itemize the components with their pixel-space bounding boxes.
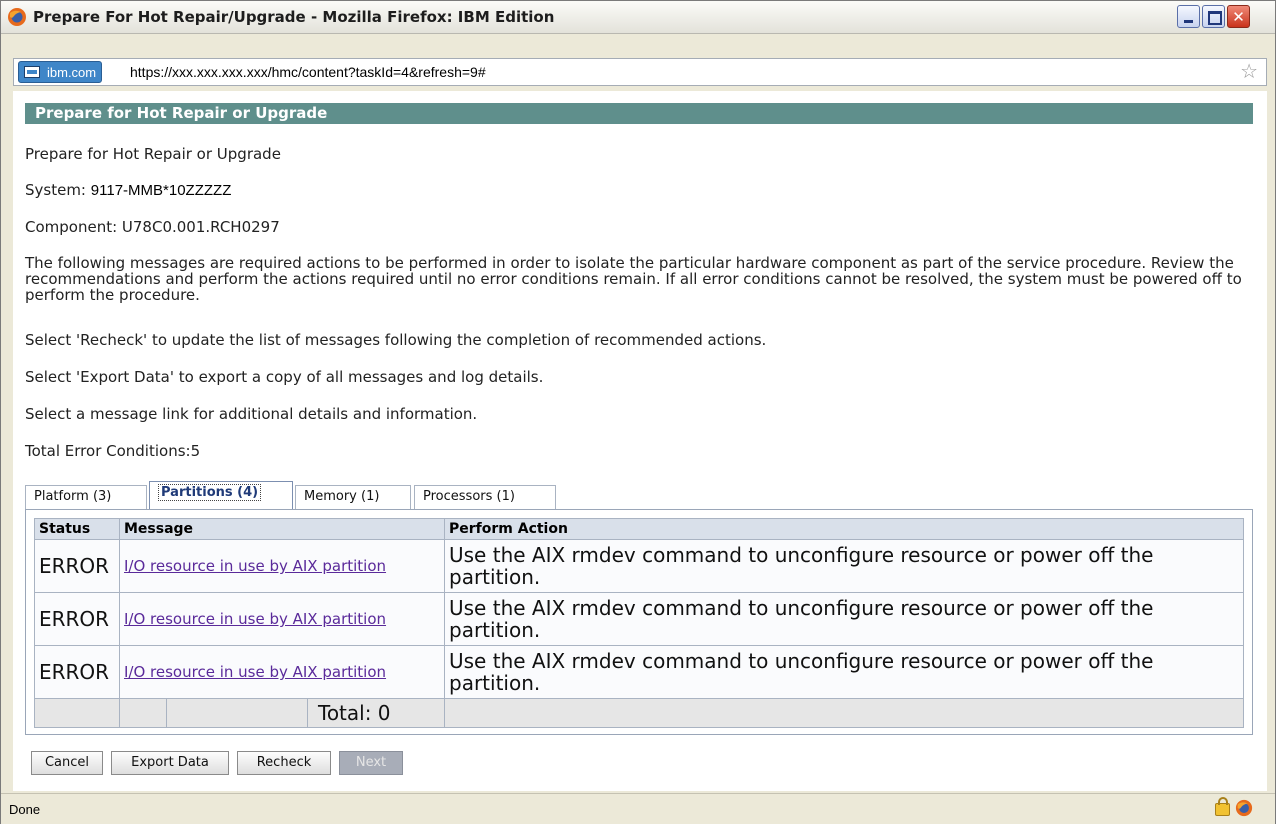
- total-mid-cell: Total: 0: [119, 698, 445, 728]
- description-text: The following messages are required acti…: [25, 254, 1242, 304]
- tab-processors[interactable]: Processors (1): [414, 485, 556, 509]
- site-identity-icon: [24, 66, 40, 78]
- system-value: 9117-MMB*10ZZZZZ: [90, 182, 232, 199]
- next-button: Next: [339, 751, 403, 775]
- link-note: Select a message link for additional det…: [25, 405, 478, 423]
- close-button[interactable]: ✕: [1227, 5, 1250, 28]
- message-link[interactable]: I/O resource in use by AIX partition: [124, 610, 386, 628]
- column-header-action[interactable]: Perform Action: [444, 518, 1244, 540]
- minimize-icon: [1178, 6, 1199, 27]
- total-errors: Total Error Conditions:5: [25, 442, 201, 460]
- table-row[interactable]: ERROR I/O resource in use by AIX partiti…: [34, 592, 1244, 646]
- export-note: Select 'Export Data' to export a copy of…: [25, 368, 544, 386]
- address-bar[interactable]: ibm.com https://xxx.xxx.xxx.xxx/hmc/cont…: [13, 58, 1267, 86]
- site-identity-label: ibm.com: [47, 65, 97, 80]
- title-bar: Prepare For Hot Repair/Upgrade - Mozilla…: [1, 1, 1275, 34]
- messages-table-panel: Status Message Perform Action ERROR I/O …: [25, 509, 1253, 735]
- tab-memory[interactable]: Memory (1): [295, 485, 411, 509]
- tab-label: Memory (1): [304, 489, 380, 504]
- close-icon: ✕: [1232, 7, 1245, 26]
- message-cell: I/O resource in use by AIX partition: [119, 645, 445, 699]
- total-blank-cell: [34, 698, 120, 728]
- component-line: Component: U78C0.001.RCH0297: [25, 218, 280, 236]
- tab-label: Partitions (4): [158, 484, 262, 501]
- firefox-status-icon[interactable]: [1235, 799, 1253, 817]
- message-link[interactable]: I/O resource in use by AIX partition: [124, 663, 386, 681]
- maximize-icon: [1203, 6, 1224, 27]
- recheck-button[interactable]: Recheck: [237, 751, 331, 775]
- table-total: Total: 0: [318, 701, 391, 725]
- message-link[interactable]: I/O resource in use by AIX partition: [124, 557, 386, 575]
- site-identity-button[interactable]: ibm.com: [18, 61, 103, 83]
- maximize-button[interactable]: [1202, 5, 1225, 28]
- window-title: Prepare For Hot Repair/Upgrade - Mozilla…: [33, 8, 555, 26]
- message-cell: I/O resource in use by AIX partition: [119, 592, 445, 646]
- total-blank-cell: [444, 698, 1244, 728]
- total-spacer: [167, 699, 308, 727]
- table-total-row: Total: 0: [34, 698, 1244, 728]
- url-text[interactable]: https://xxx.xxx.xxx.xxx/hmc/content?task…: [130, 64, 486, 80]
- action-cell: Use the AIX rmdev command to unconfigure…: [444, 592, 1244, 646]
- action-cell: Use the AIX rmdev command to unconfigure…: [444, 539, 1244, 593]
- firefox-icon: [8, 8, 26, 26]
- tab-partitions[interactable]: Partitions (4): [149, 481, 293, 510]
- status-text: Done: [9, 802, 41, 817]
- page-heading: Prepare for Hot Repair or Upgrade: [25, 145, 281, 163]
- status-cell: ERROR: [34, 592, 120, 646]
- lock-icon[interactable]: [1215, 797, 1230, 816]
- table-row[interactable]: ERROR I/O resource in use by AIX partiti…: [34, 539, 1244, 593]
- export-data-button[interactable]: Export Data: [111, 751, 229, 775]
- page-content: Prepare for Hot Repair or Upgrade Prepar…: [13, 91, 1267, 791]
- table-row[interactable]: ERROR I/O resource in use by AIX partiti…: [34, 645, 1244, 699]
- tab-platform[interactable]: Platform (3): [25, 485, 147, 509]
- tab-label: Processors (1): [423, 489, 515, 504]
- bookmark-star-icon[interactable]: ☆: [1240, 60, 1258, 82]
- messages-table: Status Message Perform Action ERROR I/O …: [34, 518, 1244, 728]
- tab-label: Platform (3): [34, 489, 112, 504]
- status-cell: ERROR: [34, 539, 120, 593]
- column-header-status[interactable]: Status: [34, 518, 120, 540]
- status-cell: ERROR: [34, 645, 120, 699]
- minimize-button[interactable]: [1177, 5, 1200, 28]
- total-spacer: [120, 699, 167, 727]
- status-bar: Done: [1, 793, 1275, 824]
- panel-header: Prepare for Hot Repair or Upgrade: [25, 103, 1253, 124]
- cancel-button[interactable]: Cancel: [31, 751, 103, 775]
- message-cell: I/O resource in use by AIX partition: [119, 539, 445, 593]
- action-cell: Use the AIX rmdev command to unconfigure…: [444, 645, 1244, 699]
- column-header-message[interactable]: Message: [119, 518, 445, 540]
- system-line: System: 9117-MMB*10ZZZZZ: [25, 181, 231, 199]
- system-label: System:: [25, 181, 86, 199]
- browser-window: Prepare For Hot Repair/Upgrade - Mozilla…: [0, 0, 1276, 824]
- recheck-note: Select 'Recheck' to update the list of m…: [25, 331, 767, 349]
- table-header-row: Status Message Perform Action: [34, 518, 1244, 540]
